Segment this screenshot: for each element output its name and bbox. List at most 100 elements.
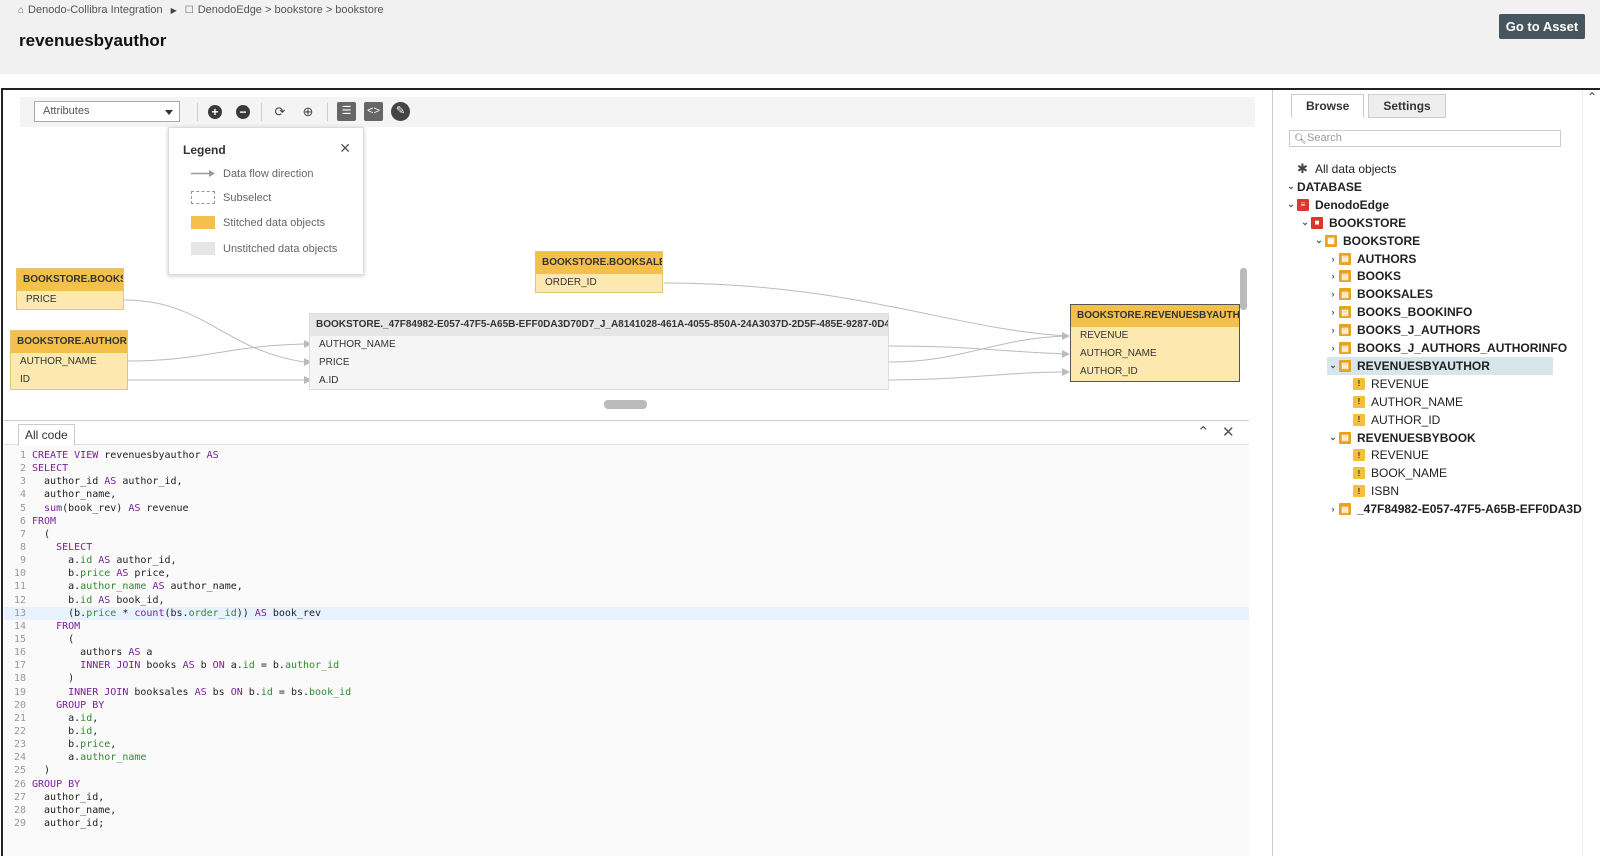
tree-item[interactable]: › ▤ BOOKS xyxy=(1327,267,1402,285)
legend-item: Stitched data objects xyxy=(191,216,325,229)
entity-field[interactable]: AUTHOR_NAME xyxy=(310,336,888,354)
tree-item[interactable]: ⌄ ▦ BOOKSTORE xyxy=(1313,232,1420,250)
tab-all-code[interactable]: All code xyxy=(18,424,75,446)
tree-item[interactable]: › ▤ BOOKS_J_AUTHORS xyxy=(1327,321,1481,339)
chevron-down-icon[interactable]: ⌄ xyxy=(1327,360,1339,371)
code-line[interactable]: 26 GROUP BY xyxy=(4,778,1249,791)
code-line[interactable]: 8 SELECT xyxy=(4,541,1249,554)
entity-field[interactable]: AUTHOR_NAME xyxy=(1071,345,1239,363)
line-number: 4 xyxy=(19,489,26,501)
tree-item[interactable]: ! AUTHOR_NAME xyxy=(1341,393,1463,411)
breadcrumb-domain[interactable]: DenodoEdge > bookstore > bookstore xyxy=(198,4,384,16)
entity-field[interactable]: AUTHOR_ID xyxy=(1071,363,1239,381)
tab-settings[interactable]: Settings xyxy=(1368,94,1446,118)
code-line[interactable]: 29 author_id; xyxy=(4,817,1249,830)
entity-subselect[interactable]: BOOKSTORE._47F84982-E057-47F5-A65B-EFF0D… xyxy=(309,313,889,390)
tree-item[interactable]: › ▤ BOOKS_J_AUTHORS_AUTHORINFO xyxy=(1327,339,1568,357)
entity-field[interactable]: REVENUE xyxy=(1071,327,1239,345)
chevron-down-icon[interactable]: ⌄ xyxy=(1327,432,1339,443)
entity-field[interactable]: A.ID xyxy=(310,372,888,390)
chevron-down-icon[interactable]: ⌄ xyxy=(1285,181,1297,192)
chevron-right-icon[interactable]: › xyxy=(1327,307,1339,317)
code-line[interactable]: 13 (b.price * count(bs.order_id)) AS boo… xyxy=(4,606,1249,620)
sidebar-scrollbar[interactable]: ⌃ xyxy=(1582,90,1600,856)
tree-item[interactable]: ⌄ ▤ REVENUESBYAUTHOR xyxy=(1327,356,1553,375)
entity-field[interactable]: PRICE xyxy=(310,354,888,372)
code-line[interactable]: 27 author_id, xyxy=(4,791,1249,804)
code-line[interactable]: 14 FROM xyxy=(4,620,1249,633)
search-input[interactable]: 🔍︎ Search xyxy=(1289,130,1561,147)
code-line[interactable]: 25 ) xyxy=(4,764,1249,777)
code-line[interactable]: 15 ( xyxy=(4,633,1249,646)
tree-item[interactable]: ⌄ ≡ DenodoEdge xyxy=(1285,196,1389,214)
code-line[interactable]: 12 b.id AS book_id, xyxy=(4,594,1249,607)
horizontal-scrollbar[interactable] xyxy=(604,400,647,409)
chevron-up-icon[interactable]: ⌃ xyxy=(1197,423,1210,441)
tree-item[interactable]: ⌄ ■ BOOKSTORE xyxy=(1299,214,1406,232)
chevron-right-icon[interactable]: › xyxy=(1327,504,1339,514)
code-line[interactable]: 10 b.price AS price, xyxy=(4,567,1249,580)
entity-revenuesbyauthor[interactable]: BOOKSTORE.REVENUESBYAUTHOR REVENUE AUTHO… xyxy=(1070,304,1240,382)
code-line[interactable]: 22 b.id, xyxy=(4,725,1249,738)
tree-item[interactable]: › ▤ AUTHORS xyxy=(1327,250,1417,268)
tree-item[interactable]: › ▤ BOOKS_BOOKINFO xyxy=(1327,303,1473,321)
code-line[interactable]: 23 b.price, xyxy=(4,738,1249,751)
code-line[interactable]: 4 author_name, xyxy=(4,488,1249,501)
code-line[interactable]: 18 ) xyxy=(4,672,1249,685)
close-icon[interactable]: ✕ xyxy=(1222,423,1235,441)
go-to-asset-button[interactable]: Go to Asset xyxy=(1499,14,1585,39)
vertical-scrollbar[interactable] xyxy=(1240,268,1247,310)
tree-item[interactable]: ⌄ ▤ REVENUESBYBOOK xyxy=(1327,429,1475,447)
field-icon: ! xyxy=(1353,449,1365,462)
entity-field[interactable]: PRICE xyxy=(17,291,123,309)
entity-authors[interactable]: BOOKSTORE.AUTHORS AUTHOR_NAME ID xyxy=(10,330,128,390)
code-editor[interactable]: 1 CREATE VIEW revenuesbyauthor AS 2 SELECT 3… xyxy=(4,449,1249,830)
tree-item-label: AUTHOR_ID xyxy=(1371,412,1441,427)
code-line[interactable]: 28 author_name, xyxy=(4,804,1249,817)
chevron-down-icon[interactable]: ⌄ xyxy=(1313,235,1325,246)
tree-item[interactable]: ! AUTHOR_ID xyxy=(1341,411,1440,429)
entity-field[interactable]: ID xyxy=(11,371,127,389)
code-line[interactable]: 2 SELECT xyxy=(4,462,1249,475)
arrow-right-icon xyxy=(191,170,215,177)
code-line[interactable]: 21 a.id, xyxy=(4,712,1249,725)
tree-item[interactable]: ! BOOK_NAME xyxy=(1341,464,1447,482)
entity-field[interactable]: AUTHOR_NAME xyxy=(11,353,127,371)
entity-field[interactable]: ORDER_ID xyxy=(536,274,662,292)
code-text: INNER JOIN booksales AS bs ON b.id = bs.… xyxy=(68,686,352,698)
lineage-diagram[interactable]: Attributes + − ⟳ ⊕ ☰ <> ✎ Legend ✕ Data … xyxy=(4,90,1272,420)
tree-item[interactable]: ✱ All data objects xyxy=(1285,160,1396,178)
code-line[interactable]: 24 a.author_name xyxy=(4,751,1249,764)
chevron-down-icon[interactable]: ⌄ xyxy=(1299,217,1311,228)
code-line[interactable]: 20 GROUP BY xyxy=(4,699,1249,712)
code-line[interactable]: 3 author_id AS author_id, xyxy=(4,475,1249,488)
tree-item[interactable]: › ▤ BOOKSALES xyxy=(1327,285,1434,303)
chevron-right-icon[interactable]: › xyxy=(1327,325,1339,335)
chevron-right-icon[interactable]: › xyxy=(1327,271,1339,281)
tree-item[interactable]: ! REVENUE xyxy=(1341,375,1429,393)
code-line[interactable]: 17 INNER JOIN books AS b ON a.id = b.aut… xyxy=(4,659,1249,672)
tree-item-label: BOOKS_J_AUTHORS_AUTHORINFO xyxy=(1357,341,1568,355)
entity-booksales[interactable]: BOOKSTORE.BOOKSALES ORDER_ID xyxy=(535,251,663,293)
tree-item[interactable]: ! ISBN xyxy=(1341,482,1399,500)
tab-browse[interactable]: Browse xyxy=(1291,94,1365,118)
chevron-right-icon[interactable]: › xyxy=(1327,289,1339,299)
code-line[interactable]: 6 FROM xyxy=(4,515,1249,528)
chevron-down-icon[interactable]: ⌄ xyxy=(1285,199,1297,210)
tree-item[interactable]: › ▤ _47F84982-E057-47F5-A65B-EFF0DA3D xyxy=(1327,500,1582,518)
chevron-up-icon[interactable]: ⌃ xyxy=(1587,90,1597,104)
breadcrumb-community[interactable]: Denodo-Collibra Integration xyxy=(28,4,163,16)
code-line[interactable]: 5 sum(book_rev) AS revenue xyxy=(4,502,1249,515)
code-line[interactable]: 19 INNER JOIN booksales AS bs ON b.id = … xyxy=(4,686,1249,699)
entity-books[interactable]: BOOKSTORE.BOOKS PRICE xyxy=(16,268,124,310)
chevron-right-icon[interactable]: › xyxy=(1327,343,1339,353)
code-line[interactable]: 7 ( xyxy=(4,528,1249,541)
close-icon[interactable]: ✕ xyxy=(339,140,351,157)
tree-item[interactable]: ⌄ DATABASE xyxy=(1285,178,1362,196)
code-line[interactable]: 11 a.author_name AS author_name, xyxy=(4,580,1249,593)
tree-item[interactable]: ! REVENUE xyxy=(1341,446,1429,464)
code-line[interactable]: 9 a.id AS author_id, xyxy=(4,554,1249,567)
code-line[interactable]: 16 authors AS a xyxy=(4,646,1249,659)
chevron-right-icon[interactable]: › xyxy=(1327,254,1339,264)
code-line[interactable]: 1 CREATE VIEW revenuesbyauthor AS xyxy=(4,449,1249,462)
